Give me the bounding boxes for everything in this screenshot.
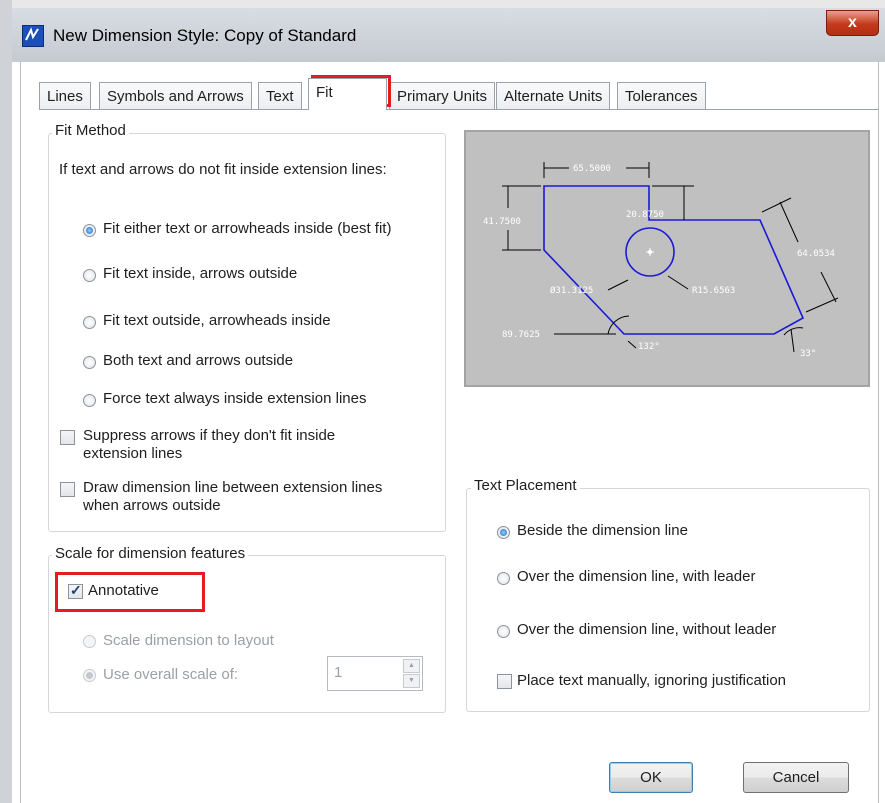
tab-divider [39, 109, 879, 110]
radio-over-without-leader[interactable] [497, 625, 510, 638]
radio-beside-dim-line[interactable] [497, 526, 510, 539]
label-place-manually[interactable]: Place text manually, ignoring justificat… [517, 672, 786, 689]
tab-alternate-units[interactable]: Alternate Units [496, 82, 611, 109]
app-icon [22, 25, 44, 47]
spin-down-icon[interactable]: ▼ [403, 674, 420, 688]
title-bar[interactable]: New Dimension Style: Copy of Standard x [12, 8, 885, 62]
label-text-inside[interactable]: Fit text inside, arrows outside [103, 265, 297, 282]
label-132-deg: 132° [638, 342, 660, 352]
radio-over-with-leader[interactable] [497, 572, 510, 585]
radio-force-inside[interactable] [83, 394, 96, 407]
overall-scale-spinner[interactable]: 1 ▲ ▼ [327, 656, 423, 691]
checkbox-suppress-arrows[interactable] [60, 430, 75, 445]
tab-fit[interactable]: Fit [308, 78, 387, 110]
radio-overall-scale[interactable] [83, 669, 96, 682]
preview-shape [543, 185, 805, 335]
label-over-with-leader[interactable]: Over the dimension line, with leader [517, 568, 755, 585]
label-65-5000: 65.5000 [573, 164, 611, 174]
tab-primary-units[interactable]: Primary Units [389, 82, 496, 109]
fit-method-title: Fit Method [52, 122, 129, 139]
preview-dimensions [502, 162, 839, 353]
desktop-edge [0, 0, 12, 803]
label-draw-dim-line-1[interactable]: Draw dimension line between extension li… [83, 479, 382, 496]
preview-drawing: 65.5000 41.7500 20.8750 64.0534 Ø31.3125… [483, 162, 839, 359]
desktop-strip [0, 0, 885, 8]
tab-lines[interactable]: Lines [39, 82, 91, 109]
label-diameter: Ø31.3125 [550, 285, 593, 296]
label-radius: R15.6563 [692, 286, 735, 296]
dialog-body: Lines Symbols and Arrows Text Fit Primar… [20, 62, 879, 803]
label-scale-to-layout[interactable]: Scale dimension to layout [103, 632, 274, 649]
label-64-0534: 64.0534 [797, 249, 835, 259]
cancel-button[interactable]: Cancel [743, 762, 849, 793]
overall-scale-value[interactable]: 1 [334, 664, 342, 681]
radio-scale-to-layout[interactable] [83, 635, 96, 648]
tab-symbols-and-arrows[interactable]: Symbols and Arrows [99, 82, 252, 109]
label-over-without-leader[interactable]: Over the dimension line, without leader [517, 621, 776, 638]
ok-button[interactable]: OK [609, 762, 693, 793]
label-89-7625: 89.7625 [502, 330, 540, 340]
label-suppress-arrows-1[interactable]: Suppress arrows if they don't fit inside [83, 427, 335, 444]
fit-method-group [48, 133, 446, 532]
label-beside-dim-line[interactable]: Beside the dimension line [517, 522, 688, 539]
fit-method-description: If text and arrows do not fit inside ext… [59, 161, 387, 178]
annotative-highlight [55, 572, 205, 612]
radio-both-outside[interactable] [83, 356, 96, 369]
text-placement-title: Text Placement [471, 477, 580, 494]
label-both-outside[interactable]: Both text and arrows outside [103, 352, 293, 369]
spinner-buttons: ▲ ▼ [403, 659, 420, 688]
label-33-deg: 33° [800, 349, 816, 359]
label-best-fit[interactable]: Fit either text or arrowheads inside (be… [103, 220, 391, 237]
label-20-8750: 20.8750 [626, 210, 664, 220]
tab-tolerances[interactable]: Tolerances [617, 82, 706, 109]
radio-text-inside[interactable] [83, 269, 96, 282]
spin-up-icon[interactable]: ▲ [403, 659, 420, 673]
label-suppress-arrows-2[interactable]: extension lines [83, 445, 182, 462]
label-overall-scale[interactable]: Use overall scale of: [103, 666, 238, 683]
window-title: New Dimension Style: Copy of Standard [53, 26, 357, 45]
radio-text-outside[interactable] [83, 316, 96, 329]
label-41-7500: 41.7500 [483, 217, 521, 227]
label-text-outside[interactable]: Fit text outside, arrowheads inside [103, 312, 331, 329]
dialog-window: New Dimension Style: Copy of Standard x … [12, 8, 885, 803]
checkbox-place-manually[interactable] [497, 674, 512, 689]
tab-text[interactable]: Text [258, 82, 302, 109]
label-draw-dim-line-2[interactable]: when arrows outside [83, 497, 221, 514]
label-force-inside[interactable]: Force text always inside extension lines [103, 390, 366, 407]
dimension-preview: 65.5000 41.7500 20.8750 64.0534 Ø31.3125… [464, 130, 870, 387]
radio-best-fit[interactable] [83, 224, 96, 237]
checkbox-draw-dim-line[interactable] [60, 482, 75, 497]
close-button[interactable]: x [826, 10, 879, 36]
scale-title: Scale for dimension features [52, 545, 249, 562]
